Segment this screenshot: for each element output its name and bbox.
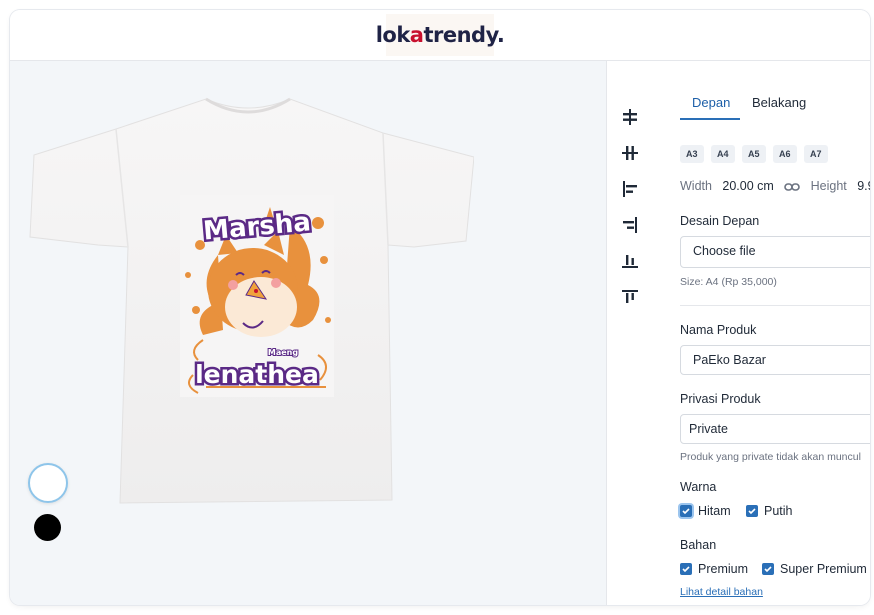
- top-bar: lok a trendy.: [10, 10, 870, 61]
- checkbox-hitam[interactable]: Hitam: [680, 504, 731, 518]
- checkbox-checked-icon[interactable]: [680, 563, 692, 575]
- height-label: Height: [810, 179, 847, 193]
- align-right-icon[interactable]: [619, 214, 641, 236]
- print-design[interactable]: Marsha Maeng lenathea: [180, 195, 334, 397]
- app-window: lok a trendy. Marsha Maeng lenathea Depa…: [10, 10, 870, 605]
- divider: [680, 305, 870, 306]
- align-bottom-icon[interactable]: [619, 250, 641, 272]
- color-swatch-black[interactable]: [34, 514, 61, 541]
- color-swatch-white[interactable]: [28, 463, 68, 503]
- checkbox-label: Super Premium: [780, 562, 867, 576]
- design-label: Desain Depan: [680, 214, 760, 228]
- product-name-value: PaEko Bazar: [693, 353, 766, 367]
- color-label: Warna: [680, 480, 717, 494]
- checkbox-checked-icon[interactable]: [680, 505, 692, 517]
- lokatrendy-logo[interactable]: lok a trendy.: [376, 14, 505, 56]
- design-title-bottom: lenathea: [195, 360, 319, 389]
- privacy-select[interactable]: Private: [680, 414, 870, 444]
- width-value[interactable]: 20.00 cm: [722, 179, 773, 193]
- align-center-vertical-icon[interactable]: [619, 106, 641, 128]
- checkbox-putih[interactable]: Putih: [746, 504, 793, 518]
- tab-depan[interactable]: Depan: [692, 95, 730, 110]
- size-button-a5[interactable]: A5: [742, 145, 766, 163]
- privacy-value: Private: [689, 422, 728, 436]
- tshirt-mockup[interactable]: Marsha Maeng lenathea: [28, 95, 474, 507]
- align-left-icon[interactable]: [619, 178, 641, 200]
- align-center-horizontal-icon[interactable]: [619, 142, 641, 164]
- logo-text-start: lok: [375, 23, 411, 47]
- checkbox-premium[interactable]: Premium: [680, 562, 748, 576]
- product-name-label: Nama Produk: [680, 323, 757, 337]
- settings-panel: Depan Belakang A3 A4 A5 A6 A7 Width 20.0…: [655, 61, 870, 605]
- width-label: Width: [680, 179, 712, 193]
- privacy-label: Privasi Produk: [680, 392, 761, 406]
- checkbox-label: Hitam: [698, 504, 731, 518]
- checkbox-label: Putih: [764, 504, 793, 518]
- file-input[interactable]: Choose file: [680, 236, 870, 268]
- active-tab-indicator: [680, 118, 740, 120]
- logo-text-end: trendy.: [423, 23, 505, 47]
- size-button-a7[interactable]: A7: [804, 145, 828, 163]
- size-button-a3[interactable]: A3: [680, 145, 704, 163]
- privacy-hint: Produk yang private tidak akan muncul: [680, 451, 861, 463]
- alignment-toolbar: [606, 61, 656, 605]
- material-detail-link[interactable]: Lihat detail bahan: [680, 586, 763, 598]
- tab-belakang[interactable]: Belakang: [752, 95, 806, 110]
- link-icon[interactable]: [784, 182, 801, 192]
- align-top-icon[interactable]: [619, 286, 641, 308]
- dimension-row: Width 20.00 cm Height 9.9: [680, 179, 870, 193]
- size-button-a4[interactable]: A4: [711, 145, 735, 163]
- choose-file-button[interactable]: Choose file: [693, 244, 756, 258]
- side-tabs: Depan Belakang: [680, 95, 870, 121]
- checkbox-super-premium[interactable]: Super Premium: [762, 562, 867, 576]
- size-button-a6[interactable]: A6: [773, 145, 797, 163]
- checkbox-checked-icon[interactable]: [746, 505, 758, 517]
- checkbox-checked-icon[interactable]: [762, 563, 774, 575]
- design-canvas: Marsha Maeng lenathea: [10, 61, 606, 605]
- design-small-text: Maeng: [268, 348, 298, 357]
- size-price-info: Size: A4 (Rp 35,000): [680, 276, 777, 288]
- material-label: Bahan: [680, 538, 717, 552]
- height-value[interactable]: 9.9: [857, 179, 870, 193]
- product-name-input[interactable]: PaEko Bazar: [680, 345, 870, 375]
- checkbox-label: Premium: [698, 562, 749, 576]
- logo-text-accent: a: [409, 23, 424, 47]
